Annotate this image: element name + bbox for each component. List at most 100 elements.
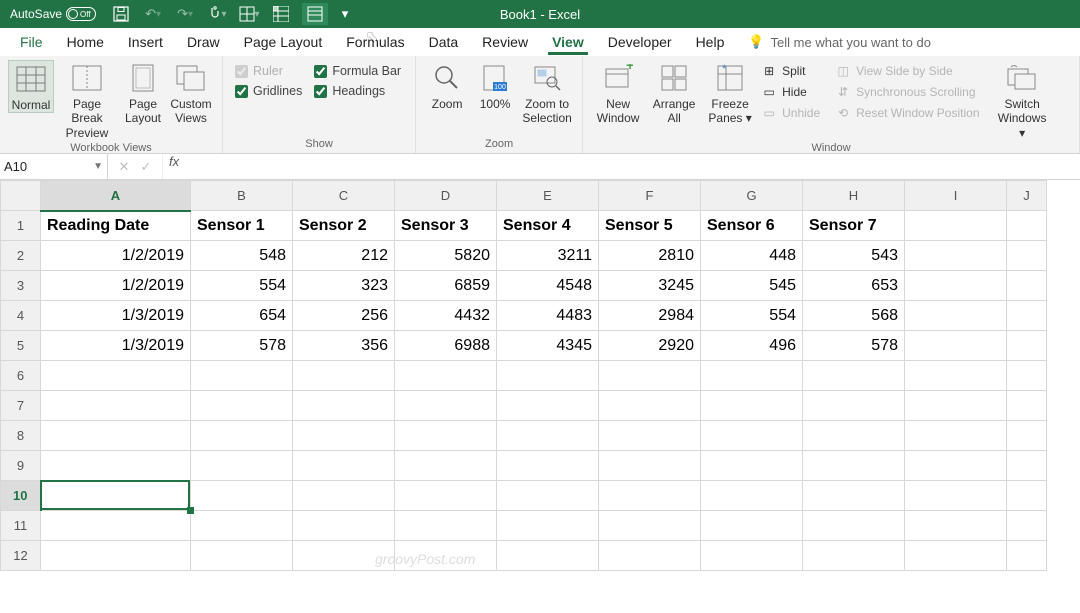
save-icon[interactable] — [110, 3, 132, 25]
undo-icon[interactable]: ↶▾ — [142, 3, 164, 25]
cell-C3[interactable]: 323 — [293, 271, 395, 301]
cell-C1[interactable]: Sensor 2 — [293, 211, 395, 241]
autosave-toggle[interactable]: AutoSave Off — [10, 7, 96, 21]
col-header-A[interactable]: A — [41, 181, 191, 211]
cell-J5[interactable] — [1007, 331, 1047, 361]
cell-C4[interactable]: 256 — [293, 301, 395, 331]
tab-file[interactable]: File — [8, 30, 55, 54]
fx-button[interactable]: fx — [162, 154, 185, 179]
tab-data[interactable]: Data — [417, 30, 471, 54]
worksheet-grid[interactable]: A B C D E F G H I J 1 Reading Date Senso… — [0, 180, 1080, 571]
row-header-6[interactable]: 6 — [1, 361, 41, 391]
col-header-J[interactable]: J — [1007, 181, 1047, 211]
cell-J4[interactable] — [1007, 301, 1047, 331]
formula-input[interactable] — [185, 154, 1080, 179]
cell-B4[interactable]: 654 — [191, 301, 293, 331]
arrange-all-button[interactable]: Arrange All — [647, 60, 701, 126]
row-header-3[interactable]: 3 — [1, 271, 41, 301]
tab-view[interactable]: View — [540, 30, 596, 54]
row-header-8[interactable]: 8 — [1, 421, 41, 451]
cell-D1[interactable]: Sensor 3 — [395, 211, 497, 241]
col-header-B[interactable]: B — [191, 181, 293, 211]
row-header-9[interactable]: 9 — [1, 451, 41, 481]
custom-views-button[interactable]: Custom Views — [168, 60, 214, 126]
cell-A2[interactable]: 1/2/2019 — [41, 241, 191, 271]
borders-icon[interactable]: ▾ — [238, 3, 260, 25]
cell-B1[interactable]: Sensor 1 — [191, 211, 293, 241]
zoom-100-button[interactable]: 100 100% — [472, 60, 518, 111]
cell-H1[interactable]: Sensor 7 — [803, 211, 905, 241]
cell-G3[interactable]: 545 — [701, 271, 803, 301]
tell-me-search[interactable]: 💡 Tell me what you want to do — [748, 34, 931, 50]
cell-F1[interactable]: Sensor 5 — [599, 211, 701, 241]
cell-E4[interactable]: 4483 — [497, 301, 599, 331]
new-window-button[interactable]: + New Window — [591, 60, 645, 126]
cell-H4[interactable]: 568 — [803, 301, 905, 331]
row-header-2[interactable]: 2 — [1, 241, 41, 271]
normal-view-button[interactable]: Normal — [8, 60, 54, 113]
cell-J1[interactable] — [1007, 211, 1047, 241]
row-header-1[interactable]: 1 — [1, 211, 41, 241]
col-header-E[interactable]: E — [497, 181, 599, 211]
col-header-H[interactable]: H — [803, 181, 905, 211]
cell-H2[interactable]: 543 — [803, 241, 905, 271]
zoom-button[interactable]: Zoom — [424, 60, 470, 111]
autosave-switch[interactable]: Off — [66, 7, 96, 21]
cell-F5[interactable]: 2920 — [599, 331, 701, 361]
col-header-D[interactable]: D — [395, 181, 497, 211]
name-box[interactable]: A10 ▼ — [0, 154, 108, 179]
cell-A10[interactable] — [41, 481, 191, 511]
cell-B2[interactable]: 548 — [191, 241, 293, 271]
cell-G2[interactable]: 448 — [701, 241, 803, 271]
tab-home[interactable]: Home — [55, 30, 116, 54]
cell-J2[interactable] — [1007, 241, 1047, 271]
cell-J3[interactable] — [1007, 271, 1047, 301]
col-header-C[interactable]: C — [293, 181, 395, 211]
pivot-icon[interactable] — [270, 3, 292, 25]
page-layout-button[interactable]: Page Layout — [120, 60, 166, 126]
cell-B5[interactable]: 578 — [191, 331, 293, 361]
tab-draw[interactable]: Draw — [175, 30, 232, 54]
formula-bar-checkbox[interactable]: Formula Bar — [314, 64, 401, 78]
cell-A1[interactable]: Reading Date — [41, 211, 191, 241]
cell-I4[interactable] — [905, 301, 1007, 331]
cell-E3[interactable]: 4548 — [497, 271, 599, 301]
tab-insert[interactable]: Insert — [116, 30, 175, 54]
cell-D2[interactable]: 5820 — [395, 241, 497, 271]
col-header-F[interactable]: F — [599, 181, 701, 211]
tab-review[interactable]: Review — [470, 30, 540, 54]
col-header-G[interactable]: G — [701, 181, 803, 211]
cell-I3[interactable] — [905, 271, 1007, 301]
qat-customize-icon[interactable]: ▾ — [338, 3, 352, 25]
cell-F3[interactable]: 3245 — [599, 271, 701, 301]
cell-H5[interactable]: 578 — [803, 331, 905, 361]
zoom-to-selection-button[interactable]: Zoom to Selection — [520, 60, 574, 126]
cell-G1[interactable]: Sensor 6 — [701, 211, 803, 241]
page-break-preview-button[interactable]: Page Break Preview — [56, 60, 118, 140]
cell-E1[interactable]: Sensor 4 — [497, 211, 599, 241]
col-header-I[interactable]: I — [905, 181, 1007, 211]
cell-G5[interactable]: 496 — [701, 331, 803, 361]
redo-icon[interactable]: ↷▾ — [174, 3, 196, 25]
headings-checkbox[interactable]: Headings — [314, 84, 401, 98]
cell-D5[interactable]: 6988 — [395, 331, 497, 361]
cell-I2[interactable] — [905, 241, 1007, 271]
row-header-7[interactable]: 7 — [1, 391, 41, 421]
cell-F2[interactable]: 2810 — [599, 241, 701, 271]
cell-G4[interactable]: 554 — [701, 301, 803, 331]
cell-D4[interactable]: 4432 — [395, 301, 497, 331]
cell-A4[interactable]: 1/3/2019 — [41, 301, 191, 331]
cell-I1[interactable] — [905, 211, 1007, 241]
select-all-corner[interactable] — [1, 181, 41, 211]
cell-A5[interactable]: 1/3/2019 — [41, 331, 191, 361]
cell-A3[interactable]: 1/2/2019 — [41, 271, 191, 301]
hide-button[interactable]: ▭Hide — [759, 83, 831, 101]
row-header-4[interactable]: 4 — [1, 301, 41, 331]
tab-formulas[interactable]: Formulas — [334, 30, 416, 54]
row-header-5[interactable]: 5 — [1, 331, 41, 361]
row-header-10[interactable]: 10 — [1, 481, 41, 511]
freeze-panes-button[interactable]: * Freeze Panes ▾ — [703, 60, 757, 126]
cell-B3[interactable]: 554 — [191, 271, 293, 301]
form-icon[interactable] — [302, 3, 328, 25]
cell-C5[interactable]: 356 — [293, 331, 395, 361]
